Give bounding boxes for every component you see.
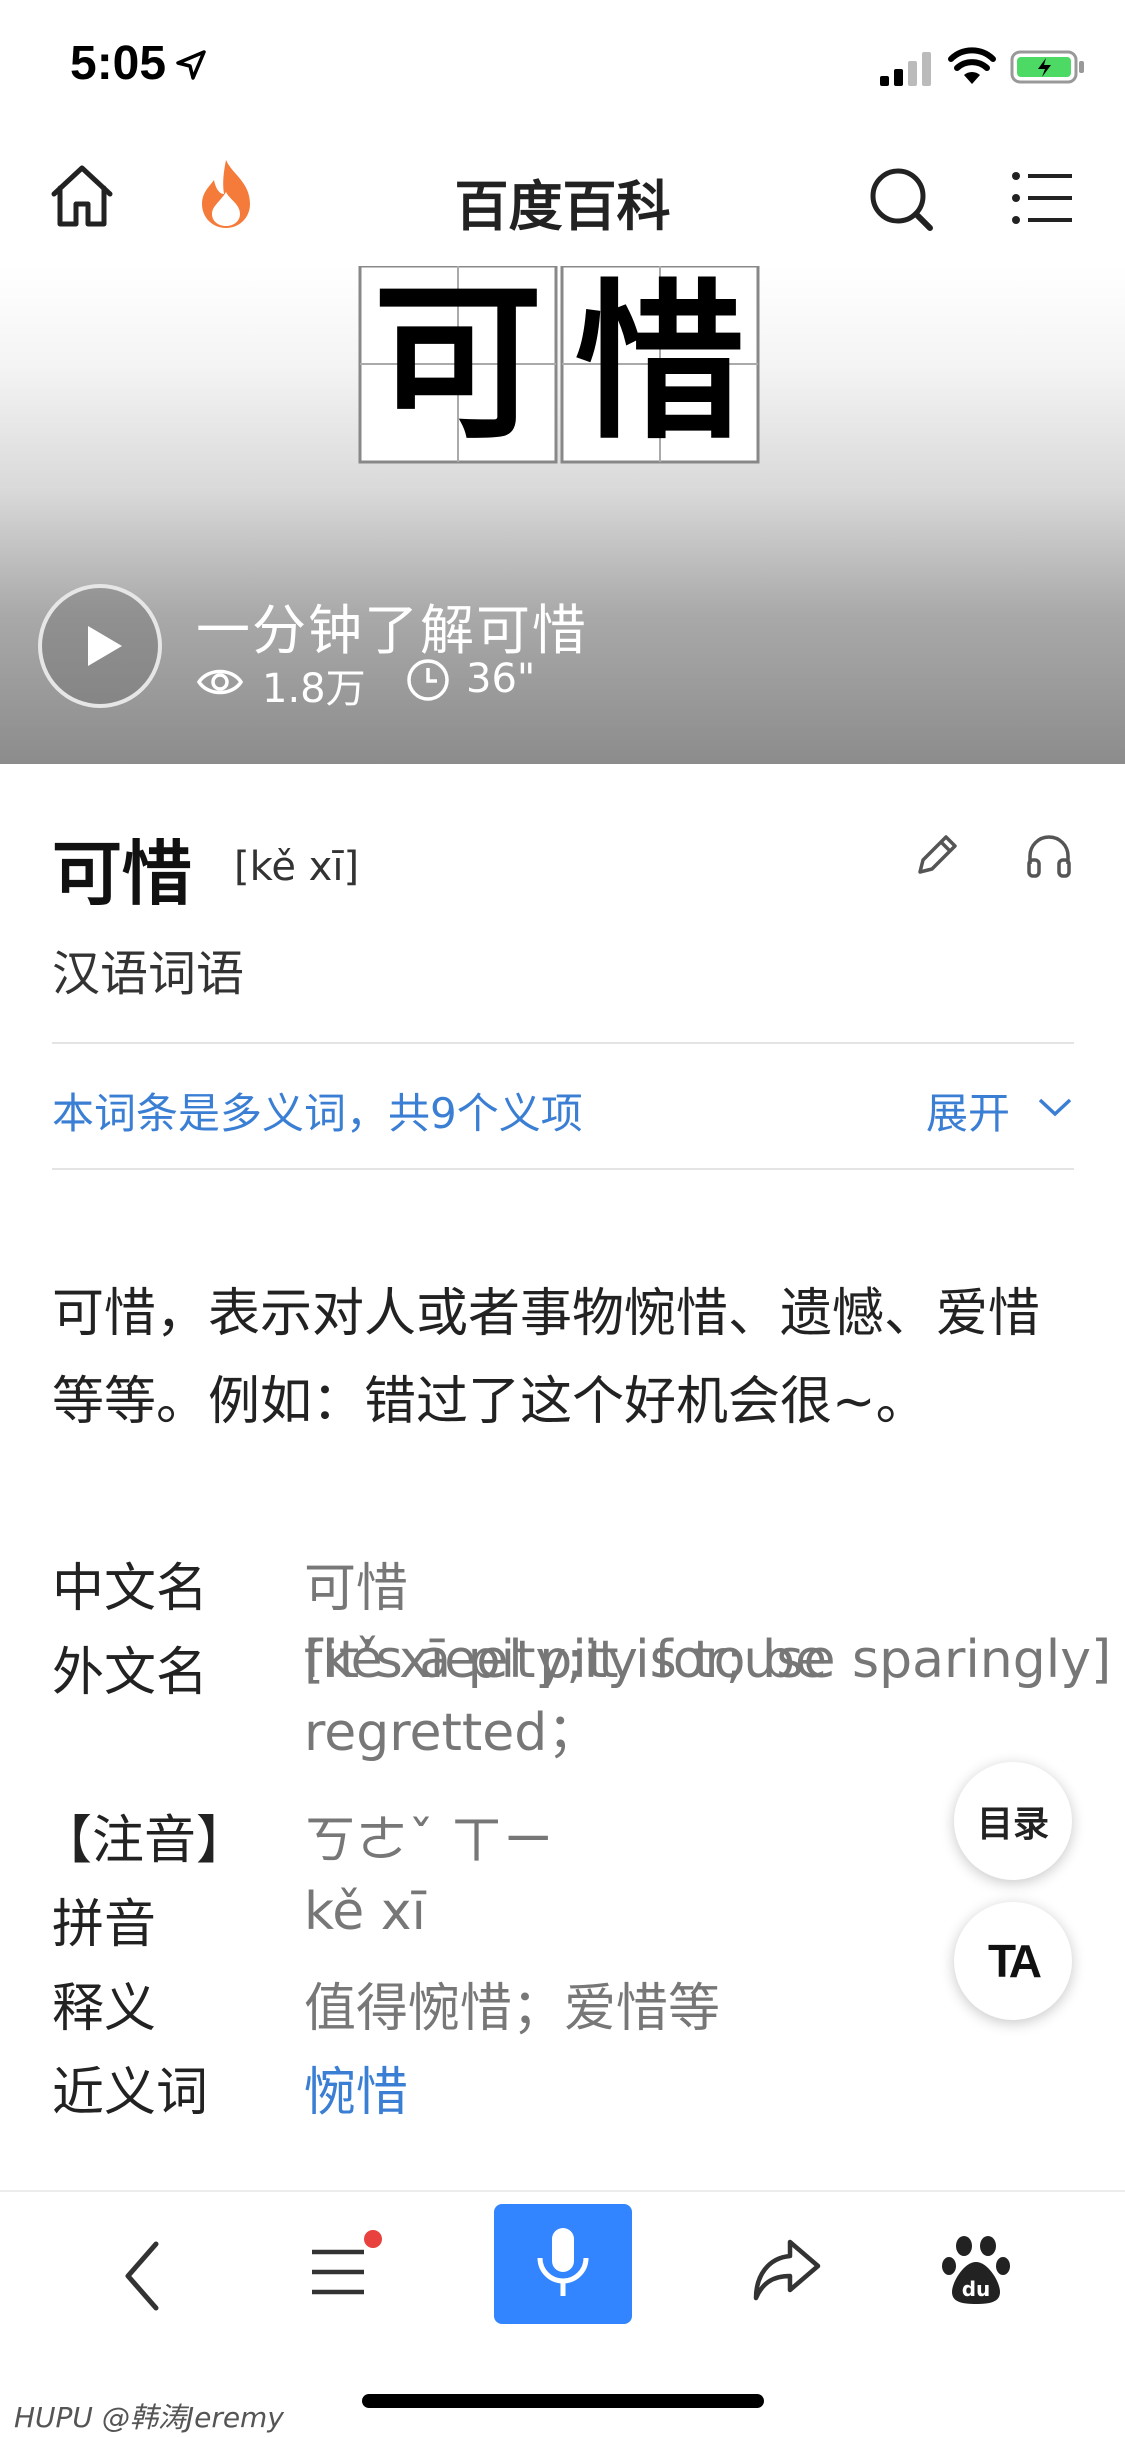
synonym-link[interactable]: 惋惜 [304, 2050, 408, 2125]
home-indicator [362, 2394, 764, 2408]
infobox-label: 释义 [52, 1979, 157, 2039]
infobox-value: 值得惋惜；爱惜等 [304, 1979, 721, 2039]
entry-subtitle: 汉语词语 [52, 946, 245, 1002]
infobox-label: 【注音】 [40, 1811, 249, 1871]
voice-search-button[interactable] [494, 2204, 632, 2324]
video-title: 一分钟了解可惜 [196, 599, 588, 662]
chevron-down-icon[interactable] [1036, 1092, 1074, 1122]
search-icon[interactable] [866, 164, 936, 234]
back-icon[interactable] [114, 2236, 174, 2316]
infobox-label: 外文名 [52, 1643, 209, 1703]
eye-icon [196, 669, 244, 695]
entry-pinyin: [kě xī] [234, 844, 360, 890]
menu-icon[interactable] [1012, 168, 1074, 228]
ta-button[interactable]: TA [954, 1902, 1072, 2020]
location-arrow-icon [176, 50, 206, 80]
polysemy-text[interactable]: 本词条是多义词，共9个义项 [52, 1080, 583, 1141]
status-bar: 5:05 [0, 0, 1125, 130]
watermark: HUPU @韩涛Jeremy [14, 2401, 284, 2434]
notification-dot [364, 2230, 382, 2248]
infobox-value: ㄎㄜˇ ㄒㄧ [304, 1811, 555, 1871]
toc-button[interactable]: 目录 [954, 1762, 1072, 1880]
infobox-value: kě xī [304, 1882, 427, 1942]
video-views: 1.8万 [262, 666, 366, 712]
infobox-label: 近义词 [52, 2063, 209, 2123]
page-title: 百度百科 [454, 175, 671, 238]
infobox-value-continued: fkě xīeel pity for;use sparingly] [304, 1630, 1112, 1690]
infobox-value: 可惜 [304, 1559, 409, 1619]
video-header[interactable]: 可 惜 一分钟了解可惜 1.8万 36" [0, 266, 1125, 764]
mic-icon [537, 2228, 589, 2296]
character-2: 惜 [575, 266, 745, 463]
entry-summary: 可惜，表示对人或者事物惋惜、遗憾、爱惜等等。例如：错过了这个好机会很~。 [52, 1284, 1041, 1432]
video-duration: 36" [466, 656, 536, 702]
infobox-label: 中文名 [52, 1559, 209, 1619]
signal-icon [880, 52, 931, 86]
play-icon [88, 626, 122, 666]
status-time: 5:05 [70, 37, 167, 90]
clock-icon [407, 659, 449, 701]
polysemy-bar[interactable]: 本词条是多义词，共9个义项 展开 [52, 1042, 1074, 1170]
svg-text:du: du [962, 2277, 991, 2301]
expand-button[interactable]: 展开 [926, 1080, 1010, 1141]
baidu-paw-icon[interactable]: du [940, 2232, 1012, 2308]
entry-title: 可惜 [52, 833, 192, 915]
infobox-label: 拼音 [52, 1895, 157, 1955]
character-1: 可 [373, 266, 543, 463]
headphones-icon[interactable] [1024, 830, 1074, 880]
edit-pencil-icon[interactable] [912, 830, 962, 880]
share-icon[interactable] [750, 2234, 826, 2304]
top-nav-bar: 百度百科 [0, 130, 1125, 268]
character-image: 可 惜 [358, 266, 760, 464]
wifi-icon [948, 47, 996, 84]
battery-icon [1010, 50, 1084, 84]
play-button[interactable] [38, 584, 162, 708]
list-icon[interactable] [306, 2238, 376, 2308]
